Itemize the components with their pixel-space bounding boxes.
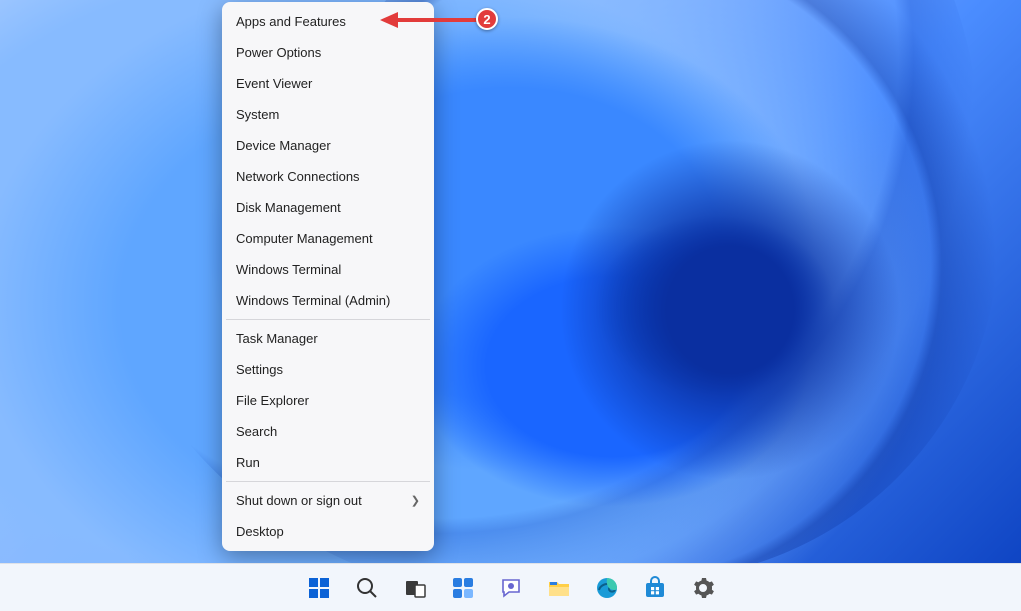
- menu-power-options[interactable]: Power Options: [222, 37, 434, 68]
- start-icon: [307, 576, 331, 600]
- search-icon: [355, 576, 379, 600]
- wallpaper-swirl: [480, 60, 980, 560]
- menu-item-label: Run: [236, 455, 260, 470]
- menu-divider: [226, 481, 430, 482]
- menu-network-connections[interactable]: Network Connections: [222, 161, 434, 192]
- winx-menu: Apps and Features Power Options Event Vi…: [222, 2, 434, 551]
- menu-item-label: System: [236, 107, 279, 122]
- start-button[interactable]: [299, 568, 339, 608]
- menu-desktop[interactable]: Desktop: [222, 516, 434, 547]
- widgets-button[interactable]: [443, 568, 483, 608]
- chat-button[interactable]: [491, 568, 531, 608]
- taskbar: [0, 563, 1021, 611]
- menu-item-label: Windows Terminal (Admin): [236, 293, 390, 308]
- menu-task-manager[interactable]: Task Manager: [222, 323, 434, 354]
- store-button[interactable]: [635, 568, 675, 608]
- menu-item-label: Device Manager: [236, 138, 331, 153]
- menu-item-label: Desktop: [236, 524, 284, 539]
- annotation-badge-2: 2: [476, 8, 498, 30]
- menu-windows-terminal-admin[interactable]: Windows Terminal (Admin): [222, 285, 434, 316]
- menu-system[interactable]: System: [222, 99, 434, 130]
- chevron-right-icon: ❯: [411, 494, 420, 507]
- menu-shutdown-signout[interactable]: Shut down or sign out ❯: [222, 485, 434, 516]
- menu-windows-terminal[interactable]: Windows Terminal: [222, 254, 434, 285]
- menu-item-label: Settings: [236, 362, 283, 377]
- edge-button[interactable]: [587, 568, 627, 608]
- desktop: Apps and Features Power Options Event Vi…: [0, 0, 1021, 611]
- menu-computer-management[interactable]: Computer Management: [222, 223, 434, 254]
- menu-disk-management[interactable]: Disk Management: [222, 192, 434, 223]
- menu-item-label: Computer Management: [236, 231, 373, 246]
- menu-item-label: Event Viewer: [236, 76, 312, 91]
- menu-item-label: Apps and Features: [236, 14, 346, 29]
- task-view-button[interactable]: [395, 568, 435, 608]
- menu-item-label: Windows Terminal: [236, 262, 341, 277]
- menu-item-label: Task Manager: [236, 331, 318, 346]
- task-view-icon: [403, 576, 427, 600]
- store-icon: [643, 576, 667, 600]
- settings-icon: [691, 576, 715, 600]
- file-explorer-icon: [547, 576, 571, 600]
- menu-item-label: Power Options: [236, 45, 321, 60]
- settings-button[interactable]: [683, 568, 723, 608]
- menu-run[interactable]: Run: [222, 447, 434, 478]
- menu-item-label: Shut down or sign out: [236, 493, 362, 508]
- menu-device-manager[interactable]: Device Manager: [222, 130, 434, 161]
- file-explorer-button[interactable]: [539, 568, 579, 608]
- menu-settings[interactable]: Settings: [222, 354, 434, 385]
- menu-search[interactable]: Search: [222, 416, 434, 447]
- search-button[interactable]: [347, 568, 387, 608]
- menu-item-label: Disk Management: [236, 200, 341, 215]
- widgets-icon: [451, 576, 475, 600]
- menu-item-label: Network Connections: [236, 169, 360, 184]
- menu-file-explorer[interactable]: File Explorer: [222, 385, 434, 416]
- annotation-arrow: [378, 8, 488, 32]
- menu-divider: [226, 319, 430, 320]
- chat-icon: [499, 576, 523, 600]
- edge-icon: [595, 576, 619, 600]
- menu-event-viewer[interactable]: Event Viewer: [222, 68, 434, 99]
- menu-item-label: Search: [236, 424, 277, 439]
- menu-item-label: File Explorer: [236, 393, 309, 408]
